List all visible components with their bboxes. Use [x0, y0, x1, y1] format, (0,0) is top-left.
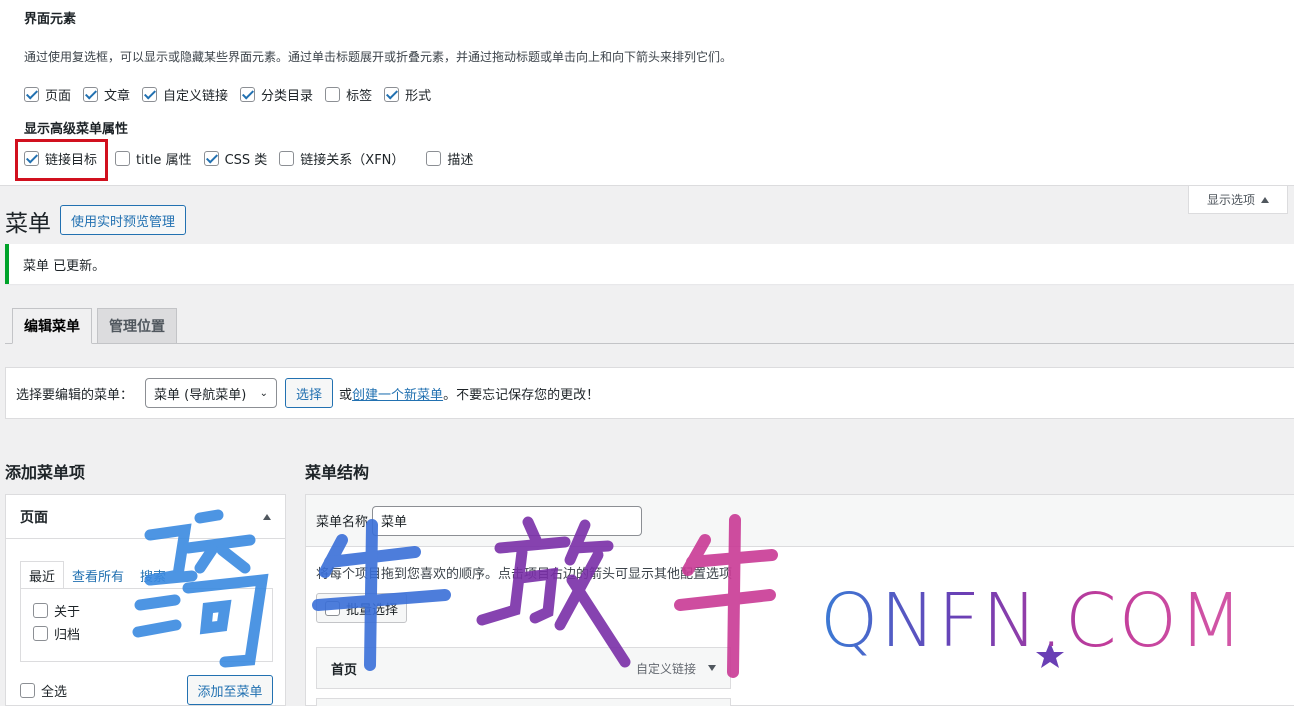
highlight-box	[15, 139, 108, 181]
checkbox-description[interactable]: 描述	[426, 149, 473, 168]
checkbox-box[interactable]	[33, 603, 48, 618]
tabs-divider	[5, 343, 1294, 344]
select-button[interactable]: 选择	[285, 378, 334, 408]
checkbox-box[interactable]	[33, 626, 48, 641]
checkbox-box[interactable]	[115, 150, 131, 166]
list-item[interactable]: 关于	[33, 599, 260, 622]
checkbox-box[interactable]	[142, 86, 158, 102]
screen-options-toggle[interactable]: 显示选项	[1188, 186, 1288, 214]
toggle-label: 显示选项	[1206, 193, 1255, 207]
menu-name-input[interactable]: 菜单	[372, 505, 643, 536]
add-menu-items-heading: 添加菜单项	[5, 463, 86, 482]
menu-select-dropdown[interactable]: 菜单 (导航菜单) ⌄	[145, 378, 278, 408]
list-item[interactable]: 归档	[33, 622, 260, 645]
checkbox-box[interactable]	[325, 600, 340, 616]
bulk-select-button[interactable]: 批量选择	[316, 593, 408, 623]
menu-item-title: 首页	[331, 662, 358, 678]
checkbox-box[interactable]	[240, 86, 256, 102]
checkbox-box[interactable]	[384, 86, 400, 102]
page-title: 菜单	[5, 211, 51, 237]
menu-structure-panel: 菜单名称 菜单 将每个项目拖到您喜欢的顺序。点击项目右边的箭头可显示其他配置选项…	[305, 494, 1294, 706]
checkbox-label: 页面	[45, 88, 72, 104]
checkbox-custom-links[interactable]: 自定义链接	[142, 85, 228, 104]
checkbox-formats[interactable]: 形式	[384, 85, 431, 104]
checkbox-xfn[interactable]: 链接关系（XFN）	[279, 149, 404, 168]
select-menu-label: 选择要编辑的菜单：	[16, 387, 134, 403]
item-label: 归档	[54, 628, 81, 643]
tab-view-all[interactable]: 查看所有	[64, 561, 132, 589]
caret-up-icon	[1261, 196, 1269, 203]
checkbox-label: CSS 类	[224, 152, 268, 168]
collapse-icon[interactable]	[263, 513, 271, 520]
structure-description: 将每个项目拖到您喜欢的顺序。点击项目右边的箭头可显示其他配置选项	[316, 567, 733, 582]
checkbox-label: 文章	[104, 88, 131, 104]
pages-panel-header[interactable]: 页面	[6, 495, 285, 539]
menu-name-row: 菜单名称 菜单	[306, 495, 1294, 547]
checkbox-label: 形式	[405, 88, 432, 104]
select-all-checkbox[interactable]: 全选	[20, 681, 67, 700]
chevron-down-icon: ⌄	[259, 387, 269, 399]
menu-name-value: 菜单	[381, 515, 408, 530]
menu-item-type: 自定义链接	[636, 660, 716, 677]
screen-options-panel: 界面元素 通过使用复选框，可以显示或隐藏某些界面元素。通过单击标题展开或折叠元素…	[0, 0, 1294, 186]
checkbox-css-classes[interactable]: CSS 类	[203, 149, 268, 168]
checkbox-box[interactable]	[279, 150, 295, 166]
add-to-menu-button[interactable]: 添加至菜单	[187, 675, 273, 705]
checkbox-box[interactable]	[426, 150, 442, 166]
checkbox-box[interactable]	[83, 86, 99, 102]
create-new-menu-link[interactable]: 创建一个新菜单	[352, 384, 443, 403]
checkbox-box[interactable]	[24, 86, 39, 102]
panel-title: 页面	[20, 509, 48, 526]
checkbox-box[interactable]	[203, 150, 219, 166]
checkbox-label: title 属性	[136, 152, 192, 168]
notice-text: 菜单 已更新。	[23, 258, 106, 274]
checkbox-pages[interactable]: 页面	[24, 85, 71, 104]
selected-menu: 菜单 (导航菜单)	[154, 387, 247, 403]
checkbox-tags[interactable]: 标签	[325, 85, 372, 104]
panel-footer: 全选 添加至菜单	[20, 675, 273, 705]
screen-options-description: 通过使用复选框，可以显示或隐藏某些界面元素。通过单击标题展开或折叠元素，并通过拖…	[24, 50, 733, 64]
checkbox-label: 描述	[447, 152, 474, 168]
menu-item-next[interactable]	[316, 698, 731, 706]
tab-edit-menus[interactable]: 编辑菜单	[12, 308, 92, 344]
checkbox-box[interactable]	[325, 86, 341, 102]
tab-manage-locations[interactable]: 管理位置	[97, 308, 177, 344]
tab-search[interactable]: 搜索	[132, 561, 174, 589]
or-text: 或	[339, 387, 353, 403]
bulk-select-label: 批量选择	[346, 602, 399, 618]
screen-options-heading: 界面元素	[24, 12, 77, 27]
menu-item-type-label: 自定义链接	[635, 661, 696, 676]
menu-name-label: 菜单名称	[316, 515, 369, 530]
element-checkboxes: 页面 文章 自定义链接 分类目录 标签 形式	[24, 84, 443, 104]
checkbox-title-attribute[interactable]: title 属性	[115, 149, 192, 168]
checkbox-label: 标签	[346, 88, 373, 104]
checkbox-categories[interactable]: 分类目录	[240, 85, 313, 104]
pages-tabs: 最近 查看所有 搜索	[20, 561, 174, 589]
menu-structure-heading: 菜单结构	[305, 463, 370, 482]
pages-panel: 页面 最近 查看所有 搜索 关于 归档 全选 添加至菜单	[5, 494, 286, 706]
advanced-properties-heading: 显示高级菜单属性	[24, 122, 129, 137]
checkbox-box[interactable]	[20, 682, 35, 698]
save-reminder-text: 。不要忘记保存您的更改！	[443, 387, 600, 403]
menu-select-bar: 选择要编辑的菜单： 菜单 (导航菜单) ⌄ 选择 或 创建一个新菜单 。不要忘记…	[5, 367, 1294, 419]
success-notice: 菜单 已更新。	[5, 244, 1294, 284]
select-all-label: 全选	[41, 684, 68, 700]
checkbox-label: 自定义链接	[163, 88, 229, 104]
checkbox-label: 分类目录	[261, 88, 314, 104]
tab-most-recent[interactable]: 最近	[20, 561, 65, 589]
live-preview-button[interactable]: 使用实时预览管理	[60, 205, 186, 235]
checkbox-label: 链接关系（XFN）	[300, 152, 405, 168]
expand-arrow-icon[interactable]	[708, 665, 716, 671]
pages-list: 关于 归档	[20, 588, 273, 662]
item-label: 关于	[54, 605, 81, 620]
checkbox-posts[interactable]: 文章	[83, 85, 130, 104]
menu-item-home[interactable]: 首页 自定义链接	[316, 647, 731, 689]
